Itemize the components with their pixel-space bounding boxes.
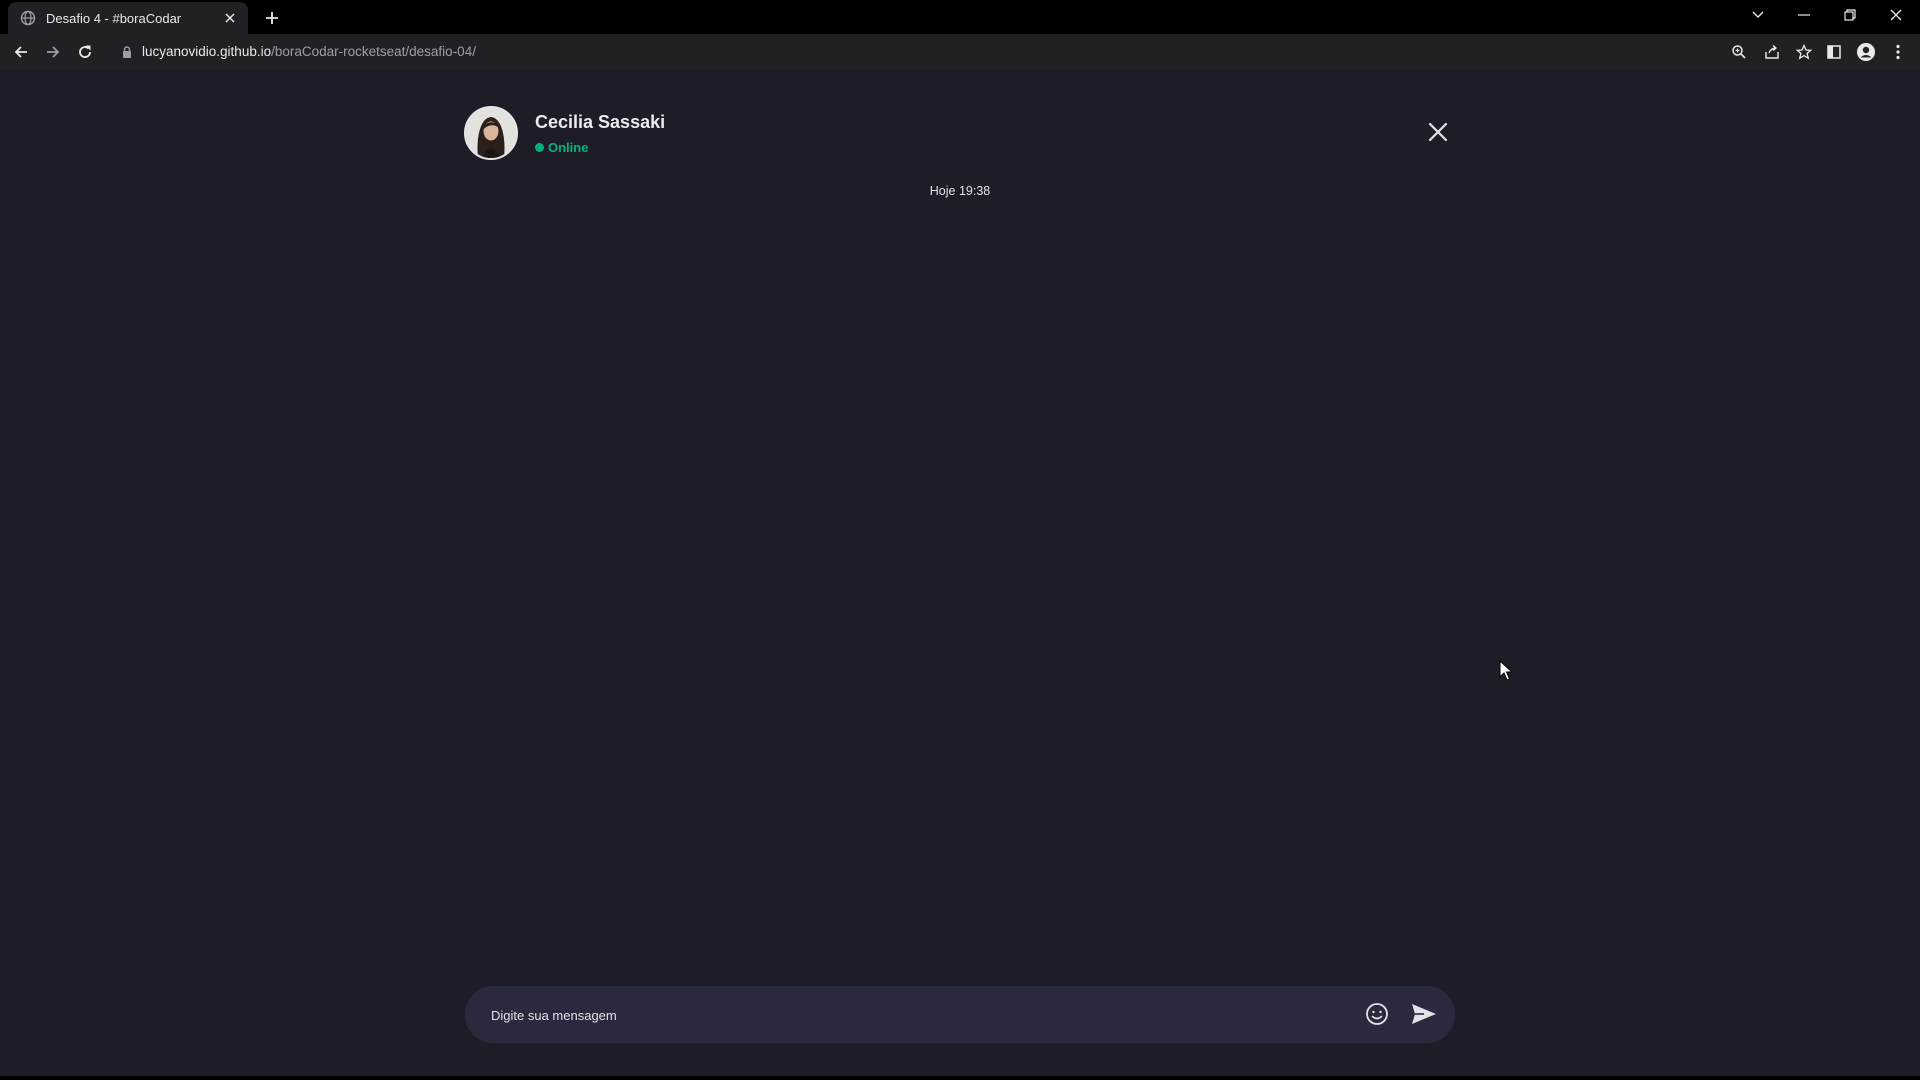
globe-icon [20,10,36,26]
bottom-border [0,1076,1920,1080]
chat-header: Cecilia Sassaki Online [464,106,1456,162]
tab-title: Desafio 4 - #boraCodar [46,10,182,26]
star-icon[interactable] [1790,38,1818,66]
close-tab-icon[interactable] [222,10,238,26]
sidepanel-icon[interactable] [1820,38,1848,66]
avatar [464,106,518,160]
emoji-icon[interactable] [1365,1002,1391,1028]
lock-icon[interactable] [120,45,134,59]
browser-tab-bar: Desafio 4 - #boraCodar [0,0,1920,34]
url-path: /boraCodar-rocketseat/desafio-04/ [271,44,476,59]
address-bar[interactable]: lucyanovidio.github.io/boraCodar-rockets… [110,37,1812,67]
message-composer [465,986,1455,1043]
status-text: Online [548,140,589,155]
status-indicator: Online [535,140,588,155]
chat-page: Cecilia Sassaki Online Hoje 19:38 [0,70,1920,1076]
share-icon[interactable] [1758,38,1786,66]
reload-icon[interactable] [71,38,99,66]
back-icon[interactable] [7,38,35,66]
menu-icon[interactable] [1884,38,1912,66]
window-close-icon[interactable] [1876,0,1916,30]
browser-tab[interactable]: Desafio 4 - #boraCodar [8,2,248,34]
timestamp: Hoje 19:38 [929,184,991,198]
message-input[interactable] [491,1000,1311,1030]
contact-name: Cecilia Sassaki [535,112,666,132]
restore-icon[interactable] [1830,0,1870,30]
mouse-cursor-icon [1499,659,1514,682]
profile-icon[interactable] [1852,38,1880,66]
close-icon[interactable] [1426,120,1450,144]
plus-icon[interactable] [260,6,284,30]
url-host: lucyanovidio.github.io [142,44,272,59]
tab-search-icon[interactable] [1738,0,1778,30]
online-dot-icon [535,143,544,152]
url-text: lucyanovidio.github.io/boraCodar-rockets… [142,44,476,59]
zoom-icon[interactable] [1725,38,1753,66]
minimize-icon[interactable] [1784,0,1824,30]
send-icon[interactable] [1410,1002,1438,1028]
forward-icon[interactable] [39,38,67,66]
browser-toolbar: lucyanovidio.github.io/boraCodar-rockets… [0,34,1920,70]
